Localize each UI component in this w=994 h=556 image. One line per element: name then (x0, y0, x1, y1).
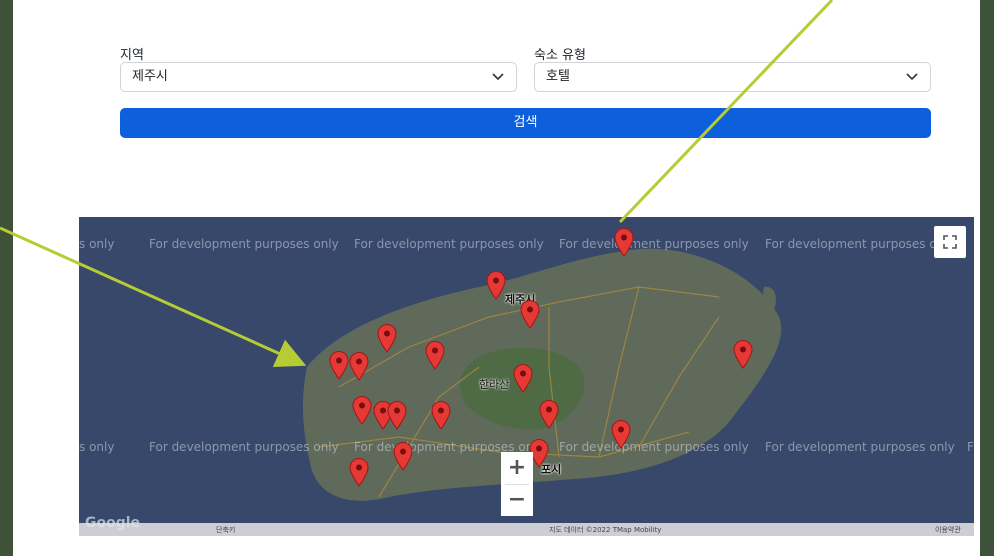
map-marker[interactable] (328, 350, 350, 380)
watermark-text: For development purposes only (149, 237, 339, 251)
map-marker[interactable] (424, 340, 446, 370)
fullscreen-icon (943, 235, 957, 249)
map-marker[interactable] (538, 399, 560, 429)
watermark-text: For development purposes only (765, 237, 955, 251)
watermark-text: For development purposes only (559, 237, 749, 251)
map-marker[interactable] (430, 400, 452, 430)
page: 지역 제주시 숙소 유형 호텔 검색 s only For developmen… (13, 0, 980, 556)
type-select[interactable]: 호텔 (534, 62, 931, 92)
map-marker[interactable] (485, 270, 507, 300)
city-label-hallasan: 한라산 (479, 378, 510, 391)
map-footer: 단축키 지도 데이터 ©2022 TMap Mobility 이용약관 (79, 523, 974, 536)
zoom-control: + − (501, 452, 533, 516)
terms-link[interactable]: 이용약관 (935, 525, 961, 535)
map-marker[interactable] (613, 227, 635, 257)
map-marker[interactable] (348, 457, 370, 487)
type-select-value: 호텔 (546, 69, 570, 84)
map-marker[interactable] (512, 363, 534, 393)
watermark-text: s only (79, 237, 115, 251)
map-marker[interactable] (732, 339, 754, 369)
type-label: 숙소 유형 (534, 48, 586, 63)
search-button[interactable]: 검색 (120, 108, 931, 138)
watermark-text: For development purposes only (149, 440, 339, 454)
watermark-text: s only (79, 440, 115, 454)
watermark-text: F (967, 440, 974, 454)
keyboard-shortcuts-link[interactable]: 단축키 (216, 525, 235, 535)
map-marker[interactable] (610, 419, 632, 449)
map[interactable]: s only For development purposes only For… (79, 217, 974, 536)
fullscreen-button[interactable] (934, 226, 966, 258)
map-marker[interactable] (386, 400, 408, 430)
map-data-attribution[interactable]: 지도 데이터 ©2022 TMap Mobility (549, 525, 661, 535)
chevron-down-icon (906, 73, 918, 81)
zoom-in-button[interactable]: + (501, 452, 533, 484)
map-marker[interactable] (351, 395, 373, 425)
map-marker[interactable] (348, 351, 370, 381)
region-select-value: 제주시 (132, 69, 168, 84)
map-marker[interactable] (519, 299, 541, 329)
chevron-down-icon (492, 73, 504, 81)
region-label: 지역 (120, 48, 144, 63)
zoom-out-button[interactable]: − (501, 484, 533, 516)
map-marker[interactable] (392, 441, 414, 471)
region-select[interactable]: 제주시 (120, 62, 517, 92)
watermark-text: For development purposes only (354, 237, 544, 251)
watermark-text: For development purposes only (765, 440, 955, 454)
map-marker[interactable] (376, 323, 398, 353)
watermark-text: For development purposes only (559, 440, 749, 454)
